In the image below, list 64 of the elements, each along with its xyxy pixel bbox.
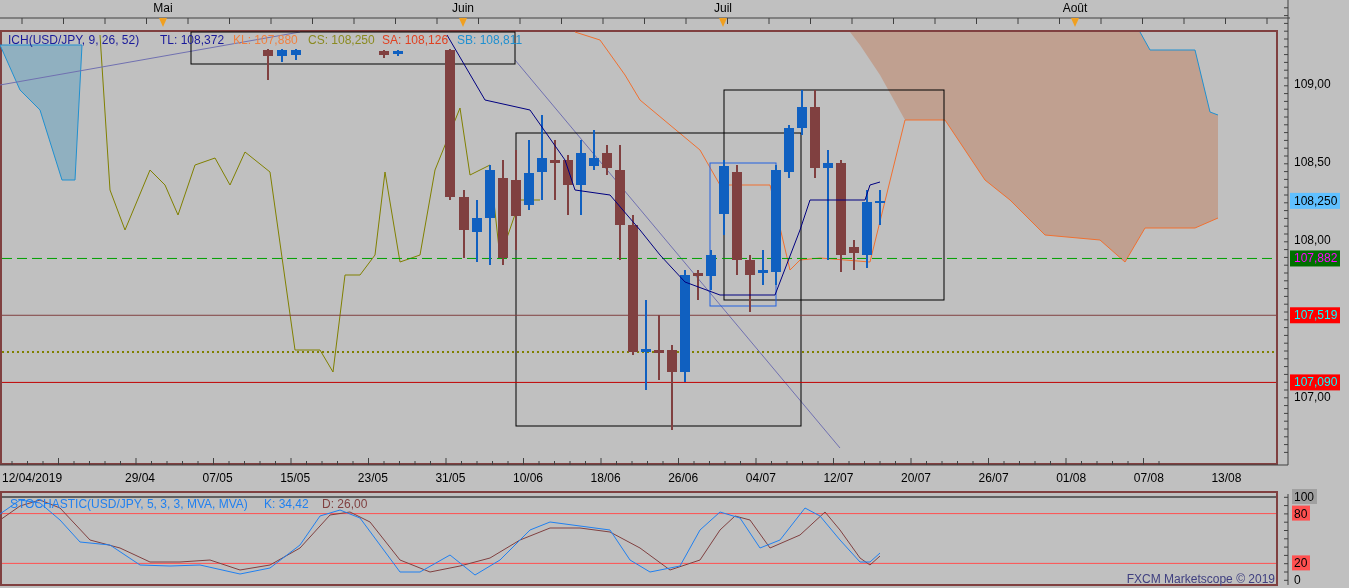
date-label: 07/08 xyxy=(1133,471,1164,485)
candle xyxy=(706,249,716,291)
price-label: 109,00 xyxy=(1294,76,1331,91)
date-label: 23/05 xyxy=(357,471,388,485)
price-label: 108,50 xyxy=(1294,154,1331,169)
date-label: 26/06 xyxy=(668,471,699,485)
candle xyxy=(589,129,599,171)
footer-credit: FXCM Marketscope © 2019 xyxy=(1126,572,1275,586)
scale-label: 0 xyxy=(1294,573,1301,587)
date-label: 12/04/2019 xyxy=(2,471,63,485)
price-badge: 107,519 xyxy=(1290,307,1340,324)
scale-badge: 100 xyxy=(1292,489,1317,504)
indicator-legend: CS: 108,250 xyxy=(308,33,375,47)
month-marker-icon xyxy=(1071,18,1079,27)
date-label: 29/04 xyxy=(125,471,155,485)
price-badge: 108,250 xyxy=(1290,192,1340,209)
month-label: Mai xyxy=(153,1,173,15)
indicator-legend: K: 34,42 xyxy=(264,497,309,511)
date-label: 01/08 xyxy=(1056,471,1087,485)
candle xyxy=(393,49,403,57)
date-label: 04/07 xyxy=(745,471,776,485)
month-label: Juin xyxy=(452,1,474,15)
candle xyxy=(550,139,560,201)
date-label: 31/05 xyxy=(435,471,466,485)
date-label: 07/05 xyxy=(202,471,233,485)
date-label: 10/06 xyxy=(513,471,543,485)
date-label: 20/07 xyxy=(901,471,931,485)
candle xyxy=(797,89,807,136)
candle xyxy=(602,144,612,176)
month-label: Juil xyxy=(714,1,732,15)
date-label: 12/07 xyxy=(823,471,854,485)
scale-badge: 80 xyxy=(1292,505,1310,521)
candle xyxy=(277,48,287,63)
indicator-legend: SA: 108,126 xyxy=(382,33,449,47)
candle xyxy=(654,314,664,381)
date-label: 18/06 xyxy=(590,471,621,485)
price-label: 107,00 xyxy=(1294,389,1331,404)
candle xyxy=(758,249,768,286)
price-label: 108,00 xyxy=(1294,233,1331,247)
price-badge: 107,882 xyxy=(1290,250,1340,267)
month-label: Août xyxy=(1062,1,1088,15)
indicator-legend: ICH(USD/JPY, 9, 26, 52) xyxy=(8,33,140,47)
candle xyxy=(784,124,794,179)
date-label: 26/07 xyxy=(978,471,1009,485)
candle xyxy=(745,254,755,313)
candle xyxy=(875,189,885,226)
indicator-legend: KL: 107,880 xyxy=(233,33,298,47)
price-badge: 107,090 xyxy=(1290,374,1340,391)
candle xyxy=(263,48,273,81)
candle xyxy=(459,189,469,259)
month-marker-icon xyxy=(159,18,167,27)
candle xyxy=(472,199,482,263)
candle xyxy=(693,269,703,301)
candle xyxy=(849,239,859,271)
candle xyxy=(524,139,534,211)
month-marker-icon xyxy=(719,18,727,27)
scale-badge: 20 xyxy=(1292,555,1310,571)
date-label: 15/05 xyxy=(280,471,311,485)
candle xyxy=(291,48,301,61)
candle xyxy=(563,154,573,216)
indicator-legend: D: 26,00 xyxy=(322,497,368,511)
month-marker-icon xyxy=(459,18,467,27)
candle xyxy=(379,49,389,59)
date-label: 13/08 xyxy=(1211,471,1242,485)
